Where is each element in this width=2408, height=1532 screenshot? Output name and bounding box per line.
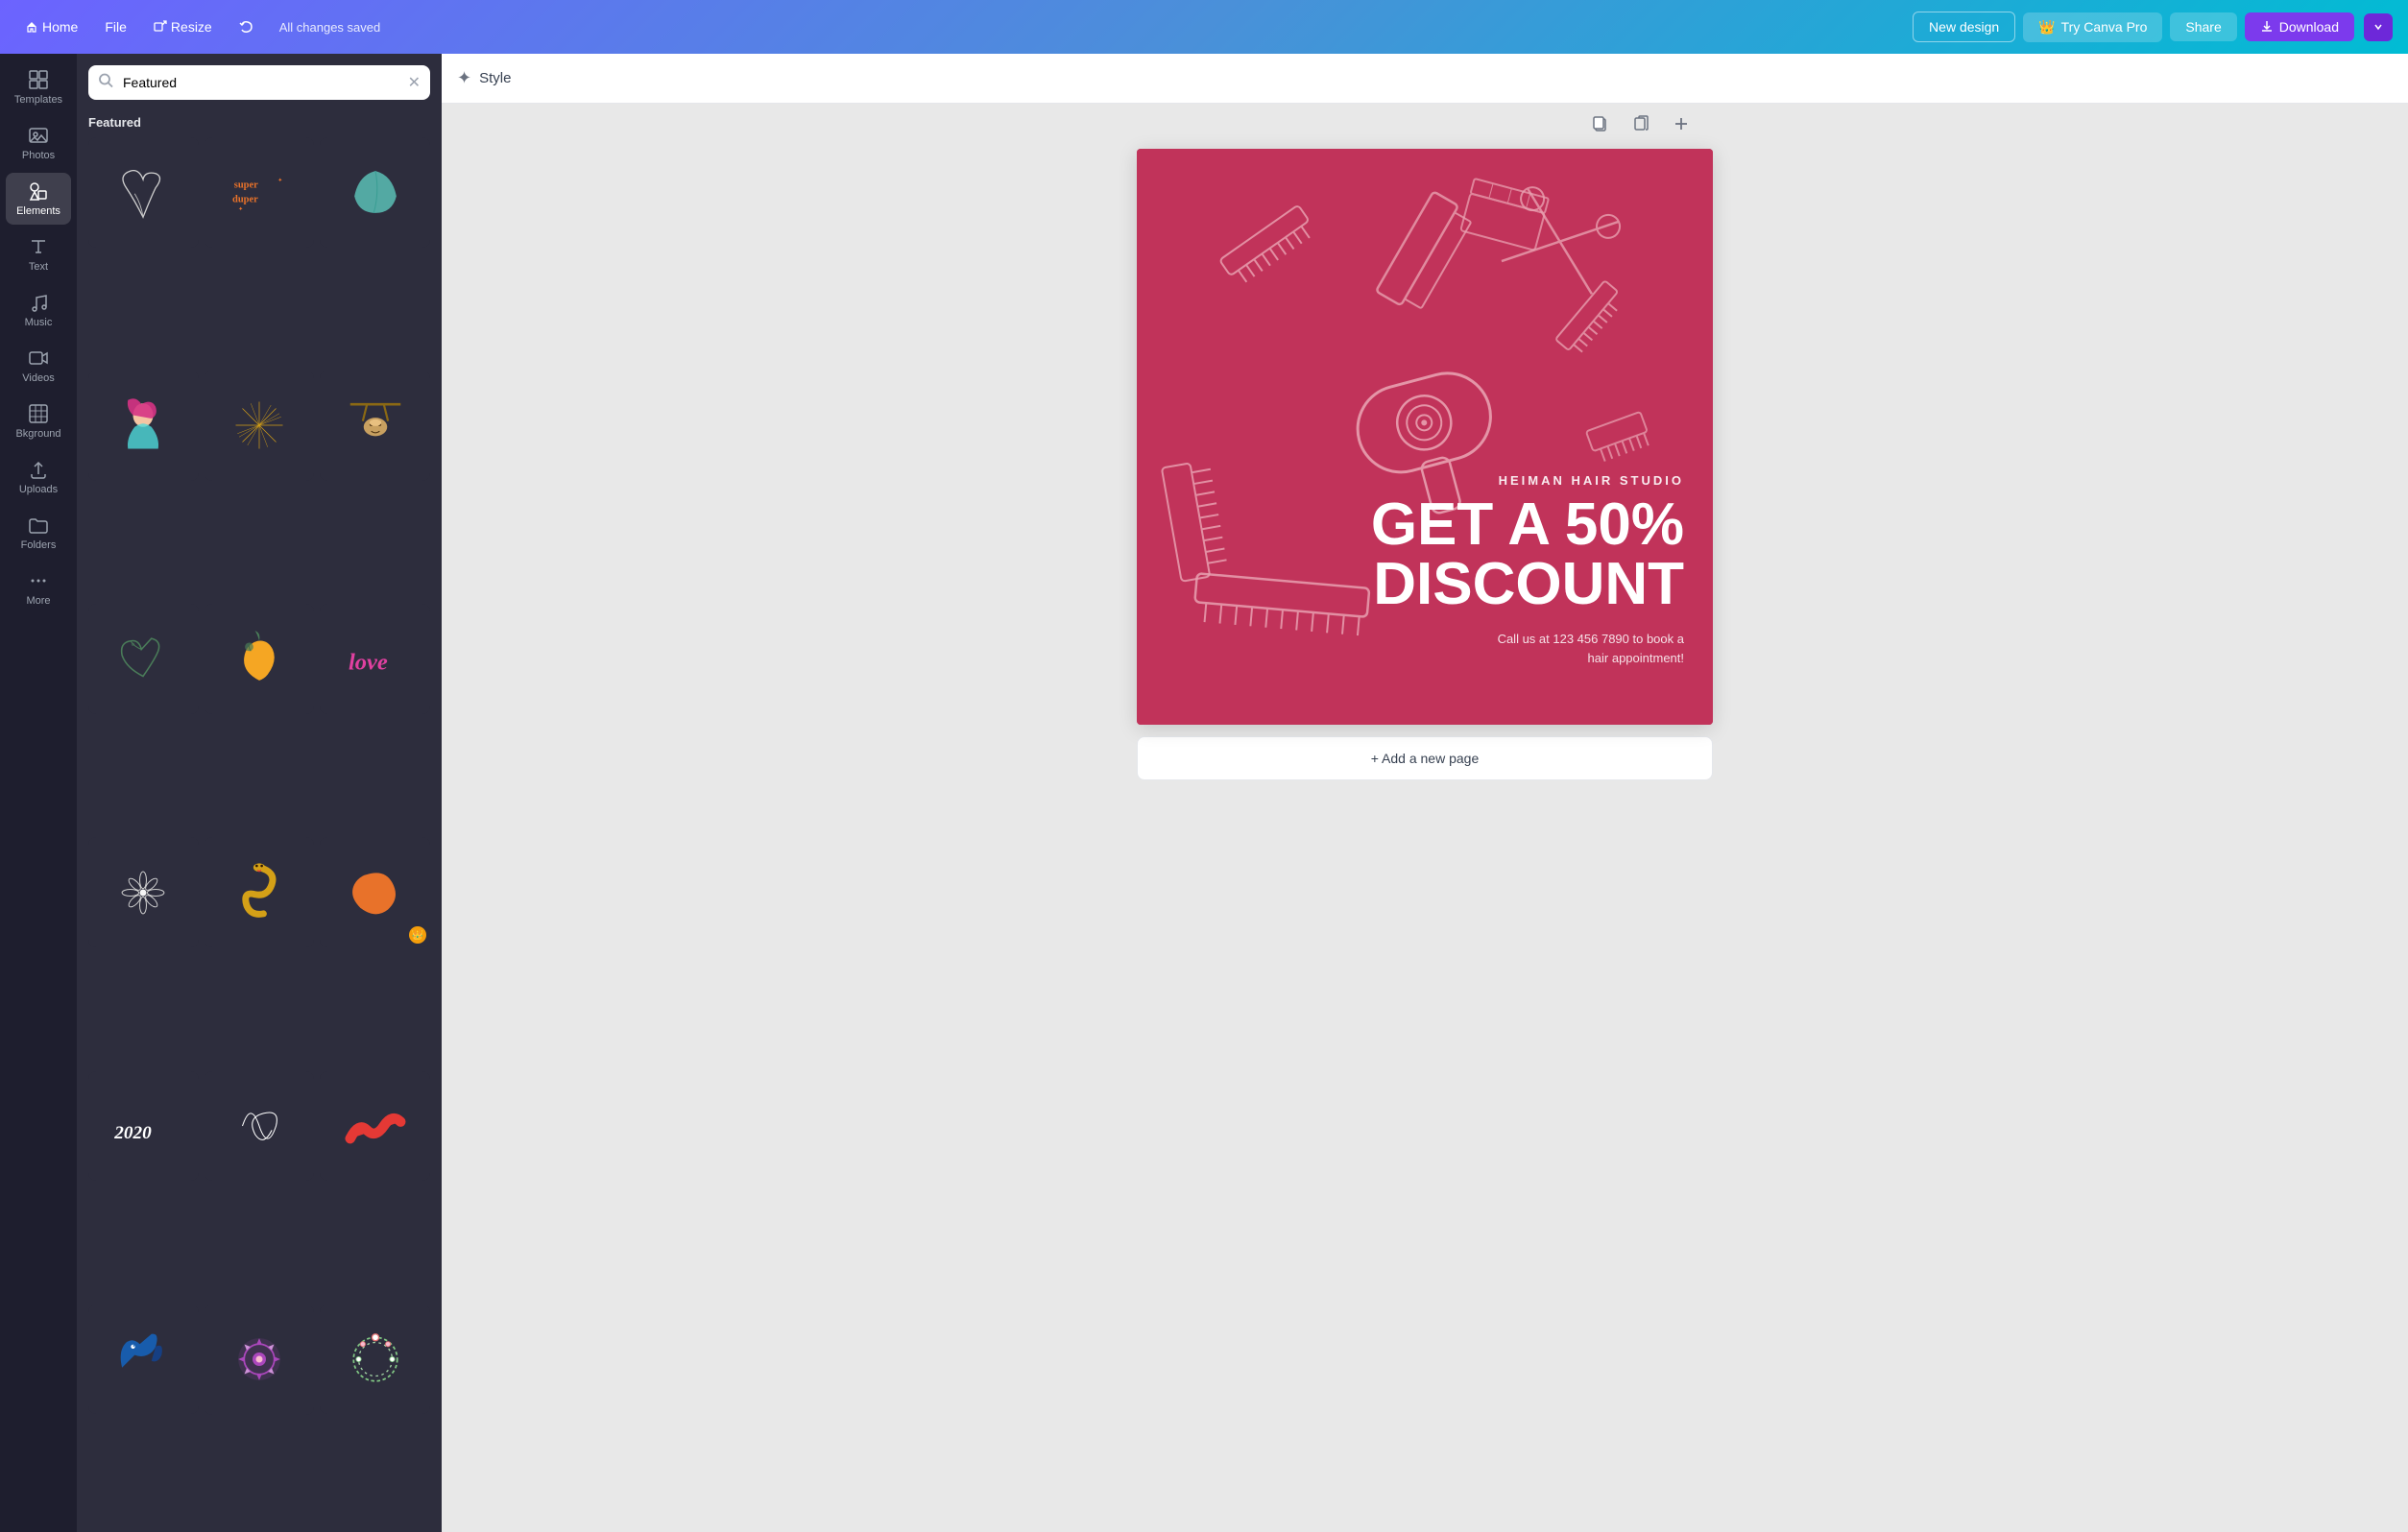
canvas-text-area: HEIMAN HAIR STUDIO GET A 50%DISCOUNT Cal… <box>1371 473 1684 667</box>
element-teal-leaf[interactable] <box>320 137 430 248</box>
svg-text:✦: ✦ <box>238 206 243 213</box>
element-mango[interactable] <box>205 604 315 714</box>
copy-page-button[interactable] <box>1625 111 1657 141</box>
contact-info: Call us at 123 456 7890 to book ahair ap… <box>1371 630 1684 667</box>
canvas-area: ✦ Style <box>442 54 2408 1532</box>
new-design-button[interactable]: New design <box>1913 12 2015 42</box>
element-starburst[interactable] <box>205 371 315 481</box>
style-bar: ✦ Style <box>442 54 2408 104</box>
element-green-bird[interactable] <box>88 604 199 714</box>
style-icon: ✦ <box>457 68 471 88</box>
svg-text:love: love <box>349 649 388 675</box>
sidebar-item-uploads[interactable]: Uploads <box>6 451 71 503</box>
element-fish[interactable] <box>88 1305 199 1415</box>
top-navigation: Home File Resize All changes saved New d… <box>0 0 2408 54</box>
sidebar-templates-label: Templates <box>14 94 62 106</box>
sidebar-uploads-label: Uploads <box>19 484 58 495</box>
search-input[interactable] <box>88 65 430 100</box>
save-status: All changes saved <box>279 20 381 35</box>
sidebar-text-label: Text <box>29 261 48 273</box>
pro-badge: 👑 <box>409 926 426 944</box>
panel-section-title: Featured <box>77 111 442 137</box>
elements-grid: super duper ✦ ✦ <box>77 137 442 1532</box>
search-clear-button[interactable]: ✕ <box>408 73 421 92</box>
sidebar: Templates Photos Elements Text Music Vid… <box>0 54 77 1532</box>
element-pink-woman[interactable] <box>88 371 199 481</box>
element-floral[interactable] <box>88 837 199 947</box>
duplicate-page-button[interactable] <box>1584 111 1617 141</box>
element-love[interactable]: love <box>320 604 430 714</box>
add-element-button[interactable] <box>1665 111 1698 141</box>
elements-panel: ✕ Featured super duper ✦ ✦ <box>77 54 442 1532</box>
element-super-duper[interactable]: super duper ✦ ✦ <box>205 137 315 248</box>
style-label: Style <box>479 70 511 86</box>
svg-text:✦: ✦ <box>277 178 282 184</box>
undo-button[interactable] <box>229 13 264 40</box>
sidebar-folders-label: Folders <box>21 539 57 551</box>
resize-button[interactable]: Resize <box>144 13 222 40</box>
add-page-button[interactable]: + Add a new page <box>1137 736 1713 780</box>
sidebar-item-templates[interactable]: Templates <box>6 61 71 113</box>
sidebar-item-folders[interactable]: Folders <box>6 507 71 559</box>
home-button[interactable]: Home <box>15 13 87 40</box>
download-caret-button[interactable] <box>2364 13 2393 41</box>
element-sloth[interactable] <box>320 371 430 481</box>
try-pro-button[interactable]: 👑 Try Canva Pro <box>2023 12 2162 42</box>
design-canvas[interactable]: HEIMAN HAIR STUDIO GET A 50%DISCOUNT Cal… <box>1137 149 1713 725</box>
sidebar-photos-label: Photos <box>22 150 55 161</box>
element-2020[interactable]: 2020 <box>88 1071 199 1182</box>
search-bar: ✕ <box>88 65 430 100</box>
element-white-bird[interactable] <box>88 137 199 248</box>
main-area: Templates Photos Elements Text Music Vid… <box>0 54 2408 1532</box>
sidebar-videos-label: Videos <box>22 372 54 384</box>
svg-text:duper: duper <box>232 195 258 205</box>
file-label: File <box>105 19 127 35</box>
download-button[interactable]: Download <box>2245 12 2354 41</box>
home-label: Home <box>42 19 78 35</box>
crown-icon: 👑 <box>2038 19 2055 36</box>
canvas-scroll[interactable]: HEIMAN HAIR STUDIO GET A 50%DISCOUNT Cal… <box>442 104 2408 1532</box>
element-red-squiggle[interactable] <box>320 1071 430 1182</box>
element-wreath[interactable] <box>320 1305 430 1415</box>
element-snake[interactable] <box>205 837 315 947</box>
sidebar-item-elements[interactable]: Elements <box>6 173 71 225</box>
sidebar-item-more[interactable]: More <box>6 563 71 614</box>
sidebar-item-music[interactable]: Music <box>6 284 71 336</box>
svg-text:super: super <box>234 180 258 191</box>
sidebar-elements-label: Elements <box>16 205 60 217</box>
sidebar-music-label: Music <box>25 317 53 328</box>
sidebar-background-label: Bkground <box>15 428 60 440</box>
element-blob[interactable]: 👑 <box>320 837 430 947</box>
discount-headline: GET A 50%DISCOUNT <box>1371 495 1684 614</box>
studio-name: HEIMAN HAIR STUDIO <box>1371 473 1684 488</box>
resize-label: Resize <box>171 19 212 35</box>
svg-text:2020: 2020 <box>114 1123 153 1143</box>
search-icon <box>98 73 113 93</box>
element-scribble[interactable] <box>205 1071 315 1182</box>
sidebar-item-background[interactable]: Bkground <box>6 395 71 447</box>
share-button[interactable]: Share <box>2170 12 2236 41</box>
element-mandala[interactable] <box>205 1305 315 1415</box>
sidebar-item-photos[interactable]: Photos <box>6 117 71 169</box>
sidebar-item-videos[interactable]: Videos <box>6 340 71 392</box>
sidebar-more-label: More <box>26 595 50 607</box>
sidebar-item-text[interactable]: Text <box>6 228 71 280</box>
file-button[interactable]: File <box>95 13 136 40</box>
